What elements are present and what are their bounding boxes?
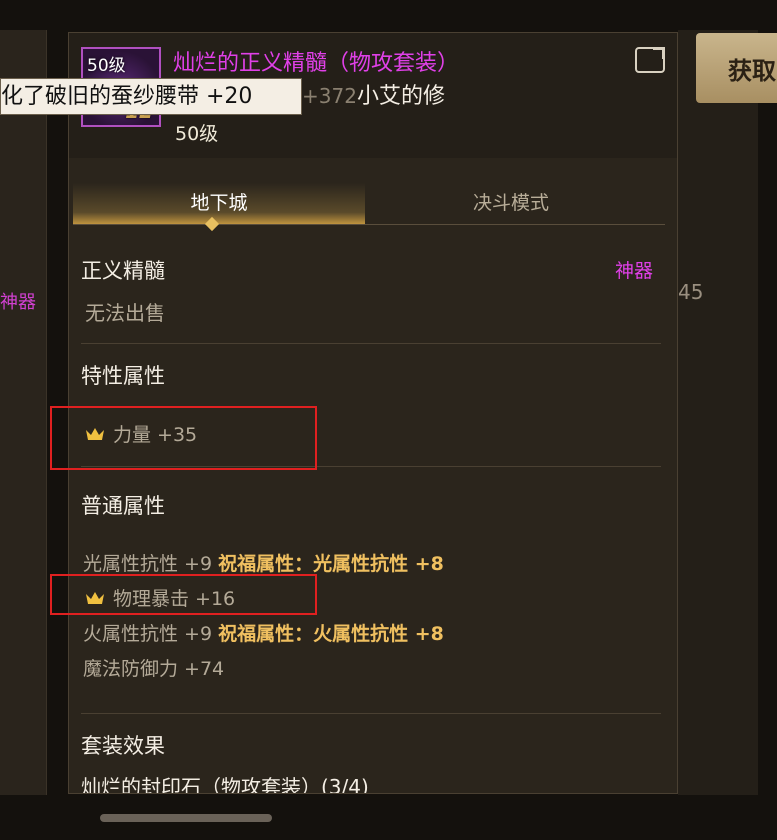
right-number: 45: [678, 280, 704, 304]
tab-dungeon[interactable]: 地下城: [73, 183, 365, 225]
attribute-text: 魔法防御力 +74: [83, 658, 225, 680]
highlight-box: [50, 406, 317, 470]
horizontal-scrollbar[interactable]: [100, 814, 272, 822]
tab-divider: [73, 224, 665, 225]
item-level: 50级: [175, 123, 219, 145]
overlay-tail-text: 小艾的修: [356, 84, 445, 109]
set-name: 灿烂的封印石（物攻套装）(3/4): [81, 775, 369, 794]
normal-attributes-title: 普通属性: [81, 494, 165, 518]
set-effect-title: 套装效果: [81, 734, 165, 758]
acquire-button[interactable]: 获取: [696, 33, 777, 103]
section-divider: [81, 343, 661, 344]
attribute-text: 火属性抗性 +9: [83, 623, 213, 645]
share-icon[interactable]: [635, 47, 665, 73]
overlay-tooltip-tail: +372小艾的修: [302, 78, 445, 115]
item-type-name: 正义精髓: [81, 259, 165, 283]
item-tradability: 无法出售: [85, 301, 165, 325]
left-grade-label: 神器: [0, 292, 36, 313]
section-divider: [81, 713, 661, 714]
attribute-line: 光属性抗性 +9 祝福属性：光属性抗性 +8: [83, 549, 444, 576]
item-level-badge: 50级: [87, 56, 126, 76]
attribute-text: 光属性抗性 +9: [83, 553, 213, 575]
special-attributes-title: 特性属性: [81, 364, 165, 388]
item-grade: 神器: [615, 260, 654, 282]
overlay-tooltip: 化了破旧的蚕纱腰带 +20: [0, 78, 302, 115]
attribute-line: 魔法防御力 +74: [83, 654, 224, 681]
overlay-text: 化了破旧的蚕纱腰带 +20: [1, 84, 253, 109]
attribute-line: 火属性抗性 +9 祝福属性：火属性抗性 +8: [83, 619, 444, 646]
left-background-panel: 神器: [0, 30, 47, 795]
item-name: 灿烂的正义精髓（物攻套装）: [173, 51, 460, 76]
right-background-panel: 45: [678, 30, 758, 795]
highlight-box: [50, 574, 317, 615]
bless-attribute-text: 祝福属性：光属性抗性 +8: [218, 553, 444, 575]
mode-tabs: 地下城 决斗模式: [73, 183, 665, 225]
overlay-gray-value: +372: [302, 84, 357, 108]
bless-attribute-text: 祝福属性：火属性抗性 +8: [218, 623, 444, 645]
tab-duel[interactable]: 决斗模式: [365, 183, 657, 225]
